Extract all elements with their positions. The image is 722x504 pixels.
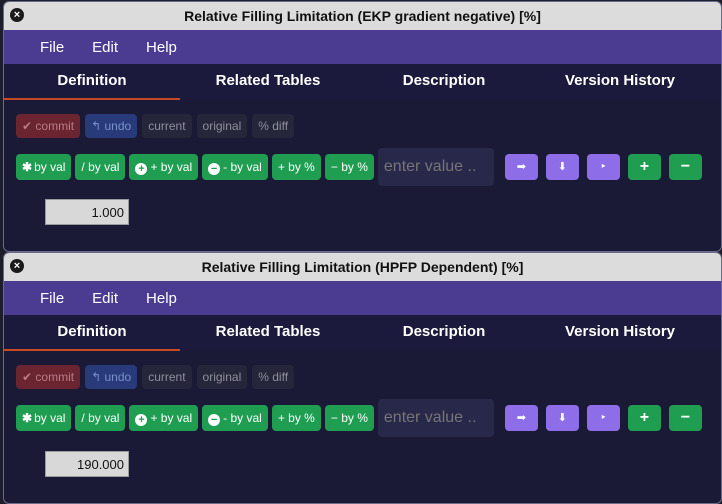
check-icon: ✔ — [22, 119, 33, 133]
value-cell[interactable]: 1.000 — [45, 199, 129, 225]
tab-related-tables[interactable]: Related Tables — [180, 64, 356, 100]
subtract-by-value-button[interactable]: − - by val — [202, 405, 268, 431]
fill-right-button[interactable]: ➡ — [504, 405, 538, 431]
undo-button[interactable]: ↰ undo — [85, 365, 138, 389]
state-toolbar: ✔ commit ↰ undo current original % diff — [4, 351, 721, 389]
add-label: + by val — [150, 411, 193, 425]
tab-definition[interactable]: Definition — [4, 64, 180, 100]
caret-right-icon: ‣ — [600, 161, 607, 173]
multiply-label: by val — [34, 160, 66, 174]
table-window-ekp: × Relative Filling Limitation (EKP gradi… — [3, 1, 722, 252]
arrow-down-icon: ⬇ — [557, 412, 567, 424]
add-by-value-button[interactable]: + + by val — [129, 154, 199, 180]
close-icon[interactable]: × — [10, 8, 24, 22]
state-toolbar: ✔ commit ↰ undo current original % diff — [4, 100, 721, 138]
fill-down-button[interactable]: ⬇ — [545, 405, 579, 431]
menu-bar: File Edit Help — [4, 281, 721, 315]
ops-toolbar: ✱ by val / by val + + by val − - by val + b… — [4, 138, 721, 186]
close-icon[interactable]: × — [10, 259, 24, 273]
asterisk-icon: ✱ — [22, 160, 33, 174]
arrow-right-icon: ➡ — [516, 161, 526, 173]
increment-button[interactable]: + — [627, 405, 661, 431]
tab-definition[interactable]: Definition — [4, 315, 180, 351]
value-cell[interactable]: 190.000 — [45, 451, 129, 477]
undo-icon: ↰ — [91, 370, 102, 384]
value-input[interactable] — [377, 399, 494, 437]
fill-right-button[interactable]: ➡ — [504, 154, 538, 180]
tab-bar: Definition Related Tables Description Ve… — [4, 315, 721, 351]
decrement-button[interactable]: − — [668, 154, 702, 180]
pct-diff-button[interactable]: % diff — [252, 114, 295, 138]
window-title: Relative Filling Limitation (HPFP Depend… — [201, 259, 524, 275]
multiply-by-value-button[interactable]: ✱ by val — [16, 405, 72, 431]
multiply-label: by val — [34, 411, 66, 425]
tab-related-tables[interactable]: Related Tables — [180, 315, 356, 351]
subtract-label: - by val — [223, 411, 262, 425]
subtract-by-percent-button[interactable]: − by % — [324, 154, 374, 180]
commit-label: commit — [35, 370, 75, 384]
add-by-percent-button[interactable]: + by % — [271, 405, 321, 431]
fill-down-button[interactable]: ⬇ — [545, 154, 579, 180]
caret-right-icon: ‣ — [600, 412, 607, 424]
minus-circle-icon: − — [208, 414, 221, 426]
menu-file[interactable]: File — [40, 39, 64, 56]
add-label: + by val — [150, 160, 193, 174]
asterisk-icon: ✱ — [22, 411, 33, 425]
check-icon: ✔ — [22, 370, 33, 384]
divide-by-value-button[interactable]: / by val — [75, 405, 126, 431]
plus-circle-icon: + — [135, 163, 148, 175]
subtract-by-value-button[interactable]: − - by val — [202, 154, 268, 180]
step-right-button[interactable]: ‣ — [586, 405, 620, 431]
subtract-by-percent-button[interactable]: − by % — [324, 405, 374, 431]
table-window-hpfp: × Relative Filling Limitation (HPFP Depe… — [3, 252, 722, 504]
undo-icon: ↰ — [91, 119, 102, 133]
tab-version-history[interactable]: Version History — [532, 64, 708, 100]
plus-icon: + — [639, 409, 650, 426]
undo-label: undo — [104, 370, 132, 384]
arrow-down-icon: ⬇ — [557, 161, 567, 173]
add-by-percent-button[interactable]: + by % — [271, 154, 321, 180]
divide-by-value-button[interactable]: / by val — [75, 154, 126, 180]
tab-version-history[interactable]: Version History — [532, 315, 708, 351]
original-button[interactable]: original — [196, 365, 248, 389]
value-input[interactable] — [377, 148, 494, 186]
menu-edit[interactable]: Edit — [92, 39, 118, 56]
arrow-right-icon: ➡ — [516, 412, 526, 424]
title-bar[interactable]: × Relative Filling Limitation (EKP gradi… — [4, 2, 721, 30]
increment-button[interactable]: + — [627, 154, 661, 180]
commit-label: commit — [35, 119, 75, 133]
current-button[interactable]: current — [142, 114, 192, 138]
undo-label: undo — [104, 119, 132, 133]
menu-edit[interactable]: Edit — [92, 290, 118, 307]
plus-circle-icon: + — [135, 414, 148, 426]
original-button[interactable]: original — [196, 114, 248, 138]
menu-help[interactable]: Help — [146, 39, 177, 56]
tab-bar: Definition Related Tables Description Ve… — [4, 64, 721, 100]
undo-button[interactable]: ↰ undo — [85, 114, 138, 138]
plus-icon: + — [639, 158, 650, 175]
current-button[interactable]: current — [142, 365, 192, 389]
commit-button[interactable]: ✔ commit — [16, 365, 81, 389]
menu-help[interactable]: Help — [146, 290, 177, 307]
pct-diff-button[interactable]: % diff — [252, 365, 295, 389]
minus-circle-icon: − — [208, 163, 221, 175]
menu-file[interactable]: File — [40, 290, 64, 307]
commit-button[interactable]: ✔ commit — [16, 114, 81, 138]
title-bar[interactable]: × Relative Filling Limitation (HPFP Depe… — [4, 253, 721, 281]
add-by-value-button[interactable]: + + by val — [129, 405, 199, 431]
window-title: Relative Filling Limitation (EKP gradien… — [184, 8, 541, 24]
step-right-button[interactable]: ‣ — [586, 154, 620, 180]
decrement-button[interactable]: − — [668, 405, 702, 431]
multiply-by-value-button[interactable]: ✱ by val — [16, 154, 72, 180]
ops-toolbar: ✱ by val / by val + + by val − - by val + b… — [4, 389, 721, 437]
tab-description[interactable]: Description — [356, 315, 532, 351]
subtract-label: - by val — [223, 160, 262, 174]
minus-icon: − — [680, 158, 691, 175]
menu-bar: File Edit Help — [4, 30, 721, 64]
minus-icon: − — [680, 409, 691, 426]
tab-description[interactable]: Description — [356, 64, 532, 100]
